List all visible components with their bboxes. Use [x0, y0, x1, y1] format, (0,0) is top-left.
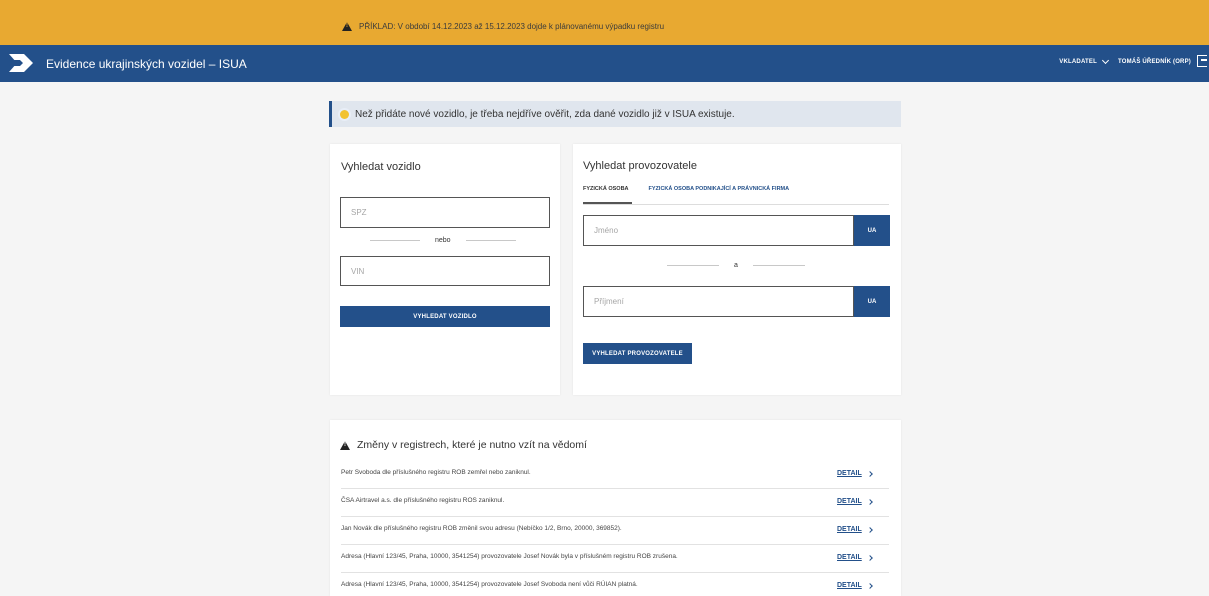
isua-logo-icon[interactable] [8, 51, 34, 75]
change-row: ČSA Airtravel a.s. dle příslušného regis… [341, 489, 889, 517]
divider-line [752, 265, 805, 266]
spz-input[interactable] [341, 198, 549, 227]
detail-label[interactable]: DETAIL [837, 498, 862, 505]
divider-line [370, 240, 420, 241]
divider-line [465, 240, 516, 241]
vehicle-search-title: Vyhledat vozidlo [341, 161, 421, 173]
registry-changes-heading: Změny v registrech, které je nutno vzít … [340, 439, 587, 451]
chevron-right-icon[interactable] [866, 470, 873, 477]
change-text: Jan Novák dle příslušného registru ROB z… [341, 525, 622, 532]
divider-line [667, 265, 719, 266]
outage-banner-text: PŘÍKLAD: V období 14.12.2023 až 15.12.20… [359, 22, 665, 31]
detail-link[interactable]: DETAIL [837, 582, 873, 589]
detail-link[interactable]: DETAIL [837, 526, 873, 533]
detail-link[interactable]: DETAIL [837, 498, 873, 505]
detail-link[interactable]: DETAIL [837, 470, 873, 477]
chevron-right-icon[interactable] [866, 554, 873, 561]
registry-changes-title: Změny v registrech, které je nutno vzít … [357, 439, 587, 451]
change-text: ČSA Airtravel a.s. dle příslušného regis… [341, 497, 505, 504]
warning-icon [342, 22, 352, 31]
info-notice: Než přidáte nové vozidlo, je třeba nejdř… [329, 101, 901, 127]
logout-icon[interactable] [1197, 55, 1207, 67]
chevron-right-icon[interactable] [866, 498, 873, 505]
outage-banner-content: PŘÍKLAD: V období 14.12.2023 až 15.12.20… [342, 22, 664, 31]
search-vehicle-button[interactable]: VYHLEDAT VOZIDLO [340, 306, 550, 327]
change-text: Adresa (Hlavní 123/45, Praha, 10000, 354… [341, 553, 678, 560]
ua-first-name-button[interactable]: UA [854, 215, 890, 246]
warning-icon [340, 440, 350, 450]
ua-last-name-button[interactable]: UA [854, 286, 890, 317]
tab-natural-person[interactable]: FYZICKÁ OSOBA [583, 185, 632, 204]
chevron-down-icon[interactable] [1101, 56, 1110, 65]
detail-label[interactable]: DETAIL [837, 526, 862, 533]
user-name: TOMÁŠ ÚŘEDNÍK (ORP) [1117, 59, 1191, 65]
operator-search-title: Vyhledat provozovatele [583, 160, 697, 172]
change-row: Adresa (Hlavní 123/45, Praha, 10000, 354… [341, 573, 889, 596]
change-row: Adresa (Hlavní 123/45, Praha, 10000, 354… [341, 545, 889, 573]
change-row: Petr Svoboda dle příslušného registru RO… [341, 461, 889, 489]
registry-changes-card: Změny v registrech, které je nutno vzít … [330, 420, 901, 596]
or-label: nebo [435, 237, 451, 244]
lightbulb-icon [340, 109, 349, 119]
tab-business-legal-entity[interactable]: FYZICKÁ OSOBA PODNIKAJÍCÍ A PRÁVNICKÁ FI… [649, 185, 790, 203]
change-text: Petr Svoboda dle příslušného registru RO… [341, 469, 531, 476]
info-notice-text: Než přidáte nové vozidlo, je třeba nejdř… [355, 108, 735, 120]
outage-banner: PŘÍKLAD: V období 14.12.2023 až 15.12.20… [0, 0, 1209, 45]
operator-search-card: Vyhledat provozovatele FYZICKÁ OSOBA FYZ… [573, 144, 901, 395]
last-name-field[interactable] [583, 286, 854, 317]
app-header: Evidence ukrajinských vozidel – ISUA VKL… [0, 45, 1209, 82]
search-operator-button[interactable]: VYHLEDAT PROVOZOVATELE [583, 343, 692, 364]
detail-label[interactable]: DETAIL [837, 554, 862, 561]
vehicle-search-card: Vyhledat vozidlo nebo VYHLEDAT VOZIDLO [330, 144, 560, 395]
detail-link[interactable]: DETAIL [837, 554, 873, 561]
user-area: VKLADATEL TOMÁŠ ÚŘEDNÍK (ORP) [1059, 56, 1191, 65]
app-title[interactable]: Evidence ukrajinských vozidel – ISUA [46, 57, 247, 71]
detail-label[interactable]: DETAIL [837, 470, 862, 477]
vin-field[interactable] [340, 256, 550, 286]
change-text: Adresa (Hlavní 123/45, Praha, 10000, 354… [341, 581, 638, 588]
last-name-input[interactable] [584, 287, 853, 316]
first-name-input[interactable] [584, 216, 853, 245]
or-divider: nebo [370, 237, 520, 244]
chevron-right-icon[interactable] [866, 526, 873, 533]
first-name-field[interactable] [583, 215, 854, 246]
and-label: a [734, 262, 738, 269]
detail-label[interactable]: DETAIL [837, 582, 862, 589]
role-selector[interactable]: VKLADATEL [1059, 59, 1097, 65]
vin-input[interactable] [341, 257, 549, 285]
operator-tabs: FYZICKÁ OSOBA FYZICKÁ OSOBA PODNIKAJÍCÍ … [583, 185, 889, 205]
spz-field[interactable] [340, 197, 550, 228]
change-row: Jan Novák dle příslušného registru ROB z… [341, 517, 889, 545]
chevron-right-icon[interactable] [866, 582, 873, 589]
and-divider: a [667, 262, 807, 269]
